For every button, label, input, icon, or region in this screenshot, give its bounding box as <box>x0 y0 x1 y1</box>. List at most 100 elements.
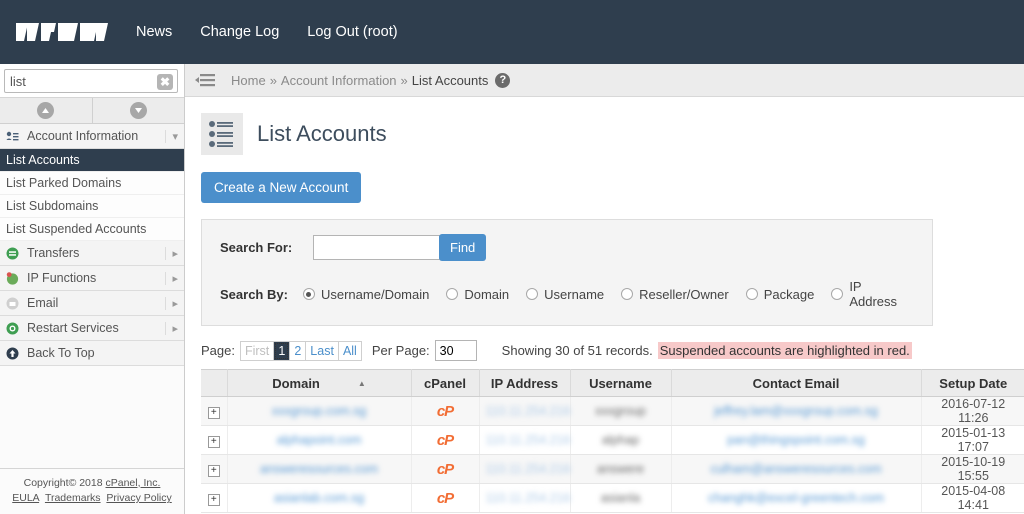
row-email-cell: changhk@excel-greentech.com <box>671 483 922 513</box>
cpanel-logo-icon[interactable]: cP <box>437 490 454 507</box>
search-by-label: Search By: <box>220 286 288 302</box>
breadcrumb-item-home[interactable]: Home <box>231 73 266 88</box>
search-input[interactable] <box>313 235 440 260</box>
row-cpanel-cell[interactable]: cP <box>411 483 480 513</box>
column-header-contact-email[interactable]: Contact Email <box>671 369 922 397</box>
table-row[interactable]: + answeresources.com cP 110.11.254.216 a… <box>201 454 1024 484</box>
scroll-down-button[interactable] <box>93 98 185 123</box>
row-expand-cell[interactable]: + <box>201 425 228 455</box>
cpanel-logo-icon[interactable]: cP <box>437 461 454 478</box>
breadcrumb-item-account-information[interactable]: Account Information <box>281 73 397 88</box>
chevron-down-icon[interactable]: ▾ <box>165 129 178 143</box>
hamburger-menu-icon[interactable] <box>195 72 217 88</box>
row-ip-cell: 110.11.254.216 <box>479 396 571 426</box>
row-expand-cell[interactable]: + <box>201 454 228 484</box>
page-first-button[interactable]: First <box>239 340 275 361</box>
privacy-policy-link[interactable]: Privacy Policy <box>106 492 171 504</box>
search-panel: Search For: Find Search By: Username/Dom… <box>201 219 933 326</box>
scroll-up-button[interactable] <box>0 98 93 123</box>
radio-username[interactable]: Username <box>526 287 604 302</box>
table-head: Domain ▲ cPanel IP Address Username Conta… <box>201 369 1024 397</box>
search-for-row: Search For: Find <box>220 234 914 261</box>
chevron-right-icon[interactable]: ▸ <box>165 271 178 285</box>
question-mark-icon[interactable]: ? <box>495 72 511 88</box>
breadcrumb-separator: » <box>269 72 277 88</box>
page-1-button[interactable]: 1 <box>273 340 291 361</box>
row-setup-date-cell: 2015-10-19 15:55 <box>921 454 1024 484</box>
row-cpanel-cell[interactable]: cP <box>411 425 480 455</box>
sidebar-group-email[interactable]: Email ▸ <box>0 291 184 316</box>
radio-label: Domain <box>464 286 510 302</box>
row-domain-cell[interactable]: alphapoint.com <box>227 425 412 455</box>
trademarks-link[interactable]: Trademarks <box>45 492 101 504</box>
page-all-button[interactable]: All <box>337 340 362 361</box>
table-row[interactable]: + asianlab.com.sg cP 110.11.254.216 asia… <box>201 483 1024 513</box>
chevron-right-icon[interactable]: ▸ <box>165 321 178 335</box>
column-header-domain[interactable]: Domain ▲ <box>227 369 412 397</box>
radio-domain[interactable]: Domain <box>446 287 509 302</box>
sidebar-group-ip-functions[interactable]: IP Functions ▸ <box>0 266 184 291</box>
per-page-input[interactable] <box>434 340 477 361</box>
whm-logo-icon[interactable] <box>14 17 110 47</box>
row-domain-cell[interactable]: xxxgroup.com.sg <box>227 396 412 426</box>
row-setup-date-cell: 2015-04-08 14:41 <box>921 483 1024 513</box>
sidebar-group-transfers[interactable]: Transfers ▸ <box>0 241 184 266</box>
cpanel-logo-icon[interactable]: cP <box>437 403 454 420</box>
radio-icon <box>526 288 539 300</box>
top-header-bar: News Change Log Log Out (root) <box>0 0 1024 64</box>
sidebar-group-account-information[interactable]: Account Information ▾ <box>0 124 184 149</box>
sidebar-item-list-parked-domains[interactable]: List Parked Domains <box>0 172 184 195</box>
domain-value: alphapoint.com <box>276 433 362 447</box>
column-header-ip-address[interactable]: IP Address <box>479 369 571 397</box>
row-cpanel-cell[interactable]: cP <box>411 396 480 426</box>
radio-ip-address[interactable]: IP Address <box>831 279 897 309</box>
page-last-button[interactable]: Last <box>305 340 339 361</box>
column-header-cpanel[interactable]: cPanel <box>411 369 480 397</box>
sidebar-group-restart-services[interactable]: Restart Services ▸ <box>0 316 184 341</box>
row-expand-cell[interactable]: + <box>201 396 228 426</box>
copyright-text: Copyright© 2018 <box>23 476 106 489</box>
sidebar-back-to-top[interactable]: Back To Top <box>0 341 184 366</box>
sidebar-search-input[interactable] <box>4 69 178 93</box>
sidebar-item-list-accounts[interactable]: List Accounts <box>0 149 184 172</box>
sidebar-item-list-suspended-accounts[interactable]: List Suspended Accounts <box>0 218 184 241</box>
chevron-down-icon <box>129 102 147 119</box>
sidebar-footer: Copyright© 2018 cPanel, Inc. EULA Tradem… <box>0 467 184 514</box>
create-new-account-button[interactable]: Create a New Account <box>201 172 362 203</box>
cpanel-inc-link[interactable]: cPanel, Inc. <box>106 477 161 489</box>
radio-package[interactable]: Package <box>745 287 814 302</box>
sidebar-item-list-subdomains[interactable]: List Subdomains <box>0 195 184 218</box>
radio-reseller-owner[interactable]: Reseller/Owner <box>621 287 729 302</box>
chevron-right-icon[interactable]: ▸ <box>165 296 178 310</box>
table-row[interactable]: + xxxgroup.com.sg cP 110.11.254.216 xxxg… <box>201 396 1024 426</box>
column-header-setup-date[interactable]: Setup Date <box>921 369 1024 397</box>
nav-link-change-log[interactable]: Change Log <box>200 24 279 40</box>
plus-box-icon[interactable]: + <box>207 493 220 506</box>
search-by-options: Username/Domain Domain Username Reseller… <box>302 279 914 309</box>
row-domain-cell[interactable]: answeresources.com <box>227 454 412 484</box>
plus-box-icon[interactable]: + <box>207 464 220 477</box>
row-cpanel-cell[interactable]: cP <box>411 454 480 484</box>
nav-link-news[interactable]: News <box>136 24 172 40</box>
column-header-expand <box>201 369 228 397</box>
plus-box-icon[interactable]: + <box>207 406 220 419</box>
radio-icon <box>446 288 459 300</box>
radio-username-domain[interactable]: Username/Domain <box>302 287 429 302</box>
table-row[interactable]: + alphapoint.com cP 110.11.254.216 alpha… <box>201 425 1024 455</box>
email-value: pan@thingspoint.com.sg <box>727 433 865 447</box>
row-domain-cell[interactable]: asianlab.com.sg <box>227 483 412 513</box>
page-2-button[interactable]: 2 <box>289 340 307 361</box>
clear-search-icon[interactable]: ✖ <box>157 74 173 90</box>
chevron-right-icon[interactable]: ▸ <box>165 246 178 260</box>
username-value: xxxgroup <box>595 404 646 418</box>
row-username-cell: alphap <box>570 425 672 455</box>
eula-link[interactable]: EULA <box>12 492 39 504</box>
ip-functions-icon <box>6 271 24 285</box>
find-button[interactable]: Find <box>439 234 487 261</box>
row-expand-cell[interactable]: + <box>201 483 228 513</box>
nav-link-logout[interactable]: Log Out (root) <box>307 24 397 40</box>
cpanel-logo-icon[interactable]: cP <box>437 432 454 449</box>
plus-box-icon[interactable]: + <box>207 435 220 448</box>
column-header-username[interactable]: Username <box>570 369 672 397</box>
